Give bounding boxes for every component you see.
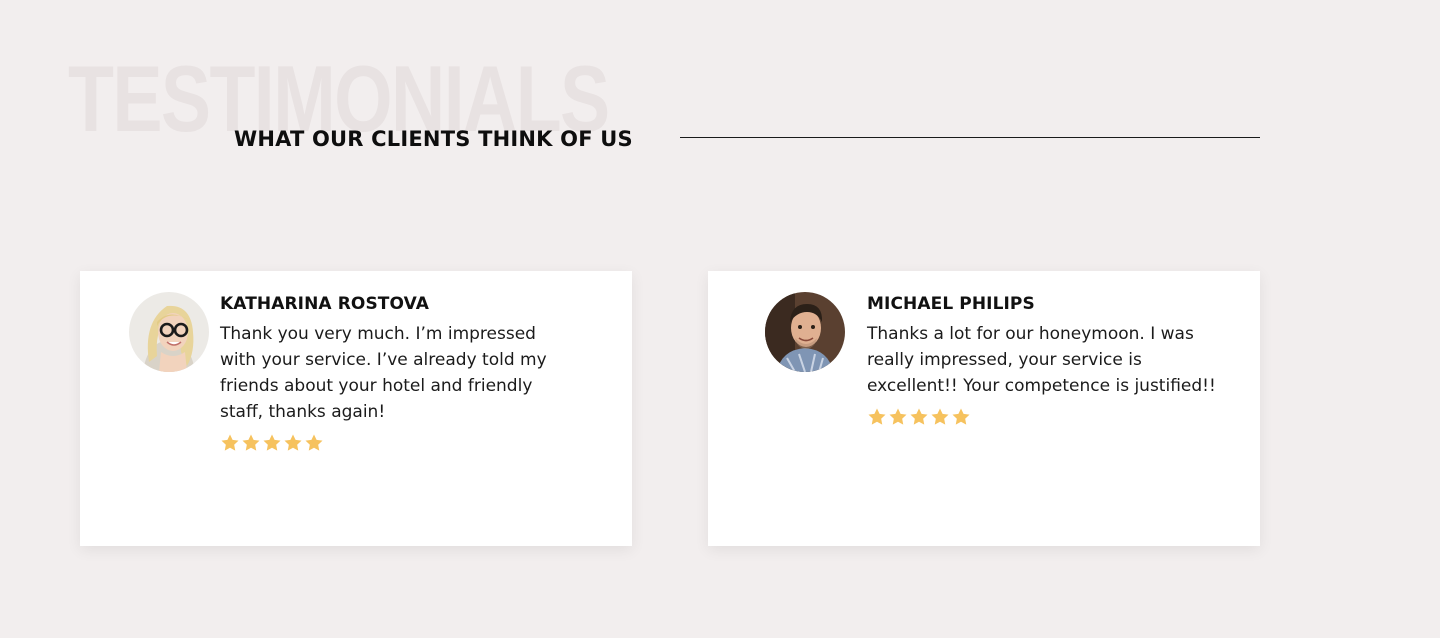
star-icon: [305, 434, 323, 451]
reviewer-name: MICHAEL PHILIPS: [867, 294, 1035, 314]
avatar-man-image: [765, 292, 845, 372]
testimonial-text: Thanks a lot for our honeymoon. I was re…: [867, 324, 1216, 396]
star-icon: [931, 408, 949, 425]
avatar: [129, 292, 209, 372]
avatar: [765, 292, 845, 372]
star-icon: [910, 408, 928, 425]
star-icon: [889, 408, 907, 425]
star-rating: [220, 433, 572, 453]
testimonial-card: KATHARINA ROSTOVA Thank you very much. I…: [80, 271, 632, 546]
star-rating: [867, 407, 1219, 427]
star-icon: [221, 434, 239, 451]
testimonial-card: MICHAEL PHILIPS Thanks a lot for our hon…: [708, 271, 1260, 546]
star-icon: [284, 434, 302, 451]
star-icon: [242, 434, 260, 451]
reviewer-name: KATHARINA ROSTOVA: [220, 294, 429, 314]
testimonial-text: Thank you very much. I’m impressed with …: [220, 324, 547, 422]
star-icon: [868, 408, 886, 425]
heading-divider: [680, 137, 1260, 138]
section-heading: WHAT OUR CLIENTS THINK OF US: [234, 127, 633, 151]
star-icon: [952, 408, 970, 425]
avatar-woman-image: [129, 292, 209, 372]
star-icon: [263, 434, 281, 451]
